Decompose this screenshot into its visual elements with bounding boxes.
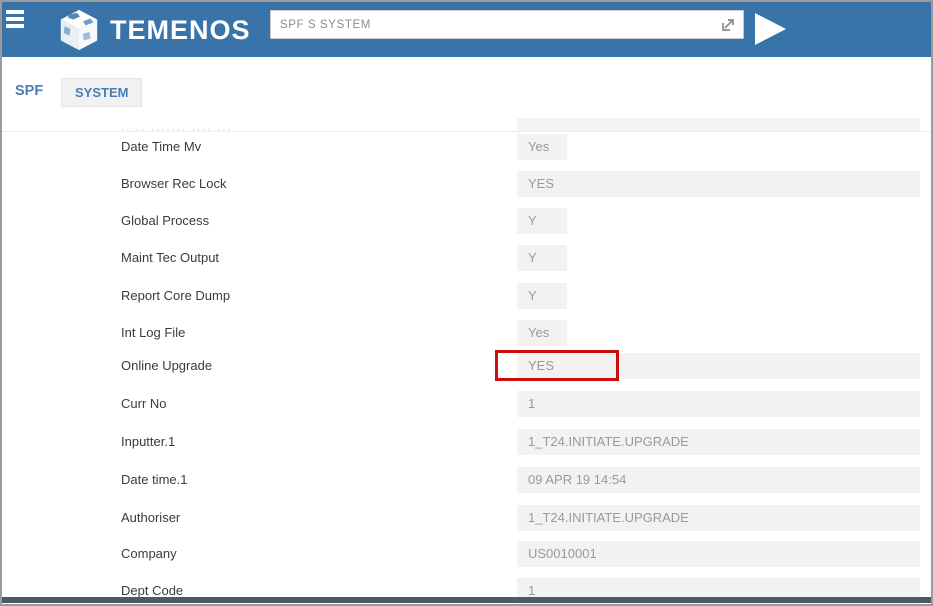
form-row: Authoriser 1_T24.INITIATE.UPGRADE [2, 505, 931, 531]
field-label: Inputter.1 [121, 429, 175, 455]
field-label: Date Time Mv [121, 134, 201, 160]
play-icon[interactable] [755, 13, 791, 45]
form-row: Date time.1 09 APR 19 14:54 [2, 467, 931, 493]
tab-system[interactable]: SYSTEM [61, 78, 142, 107]
field-value: YES [517, 353, 920, 379]
clipped-field-value [517, 118, 920, 131]
form-row: Maint Tec Output Y [2, 245, 931, 271]
field-label: Report Core Dump [121, 283, 230, 309]
form-row: Report Core Dump Y [2, 283, 931, 309]
field-label: Authoriser [121, 505, 180, 531]
field-value: Y [517, 208, 567, 234]
form-row: Browser Rec Lock YES [2, 171, 931, 197]
command-line-box [270, 10, 744, 39]
field-label: Browser Rec Lock [121, 171, 226, 197]
horizontal-scrollbar[interactable] [2, 597, 931, 603]
tab-bar: SPF SYSTEM [2, 57, 931, 114]
field-label: Curr No [121, 391, 167, 417]
brand-text: TEMENOS [110, 15, 251, 46]
field-value: YES [517, 171, 920, 197]
command-input[interactable] [271, 19, 719, 31]
field-label: Global Process [121, 208, 209, 234]
field-label: Online Upgrade [121, 353, 212, 379]
field-value: 1_T24.INITIATE.UPGRADE [517, 505, 920, 531]
field-value: 09 APR 19 14:54 [517, 467, 920, 493]
field-value: Y [517, 283, 567, 309]
temenos-logo: TEMENOS [56, 7, 251, 53]
field-value: 1_T24.INITIATE.UPGRADE [517, 429, 920, 455]
top-banner: TEMENOS [2, 2, 931, 57]
form-row: Inputter.1 1_T24.INITIATE.UPGRADE [2, 429, 931, 455]
breadcrumb[interactable]: SPF [15, 83, 43, 99]
field-value: Yes [517, 320, 567, 346]
form-row: Online Upgrade YES [2, 353, 931, 379]
field-value: 1 [517, 391, 920, 417]
launch-arrow-icon[interactable] [719, 16, 737, 34]
field-label: Date time.1 [121, 467, 187, 493]
form-row: Curr No 1 [2, 391, 931, 417]
field-value: Y [517, 245, 567, 271]
menu-icon[interactable] [6, 10, 26, 32]
field-label: Company [121, 541, 177, 567]
field-label: Int Log File [121, 320, 185, 346]
form-row: Global Process Y [2, 208, 931, 234]
field-value: Yes [517, 134, 567, 160]
field-value: US0010001 [517, 541, 920, 567]
field-label: Maint Tec Output [121, 245, 219, 271]
application-window: TEMENOS SPF SYSTEM ·· ·· ······· ···· ··… [0, 0, 933, 606]
clipped-field-label: ·· ·· ······· ···· ··· [121, 118, 371, 131]
form-row: Date Time Mv Yes [2, 134, 931, 160]
divider [2, 131, 931, 132]
form-row: Company US0010001 [2, 541, 931, 567]
temenos-cube-icon [56, 7, 102, 53]
form-row: Int Log File Yes [2, 320, 931, 346]
